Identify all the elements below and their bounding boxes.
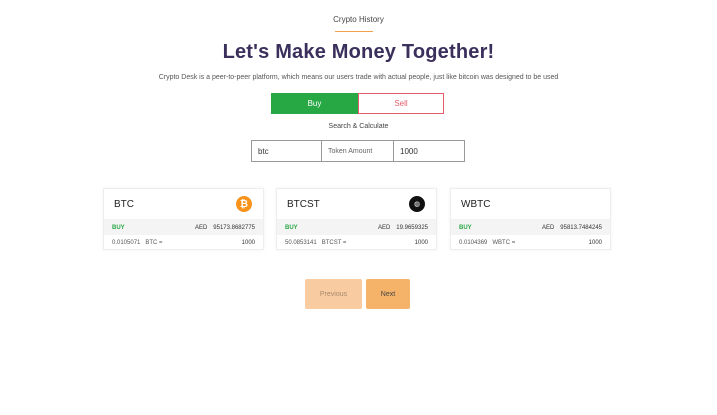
rate-symbol: BTC = xyxy=(145,239,163,246)
amount-value: 1000 xyxy=(588,239,602,246)
buy-tab[interactable]: Buy xyxy=(271,93,358,114)
rate-symbol: WBTC = xyxy=(492,239,516,246)
currency-label: AED xyxy=(194,224,208,231)
btcst-icon: ◍ xyxy=(409,196,425,212)
coin-card-btc[interactable]: BTC ₿ BUY AED 95173.8682775 0.0105071 BT… xyxy=(103,188,264,250)
wbtc-icon xyxy=(583,196,599,212)
next-button[interactable]: Next xyxy=(366,279,410,309)
amount-value: 1000 xyxy=(241,239,255,246)
currency-label: AED xyxy=(377,224,391,231)
card-price-row: BUY AED 95813.7484245 xyxy=(451,220,610,235)
coin-card-wbtc[interactable]: WBTC BUY AED 95813.7484245 0.0104369 WBT… xyxy=(450,188,611,250)
eyebrow-title: Crypto History xyxy=(333,15,384,24)
previous-button[interactable]: Previous xyxy=(305,279,362,309)
card-symbol: WBTC xyxy=(461,198,491,210)
card-rate-row: 0.0104369 WBTC = 1000 xyxy=(451,235,610,250)
card-header: BTC ₿ xyxy=(104,189,263,220)
search-calculate-label: Search & Calculate xyxy=(328,123,389,130)
rate-symbol: BTCST = xyxy=(321,239,347,246)
rate-value: 50.0853141 xyxy=(285,239,317,246)
token-amount-input[interactable]: 1000 xyxy=(394,140,465,162)
side-badge: BUY xyxy=(285,224,298,231)
card-rate-row: 0.0105071 BTC = 1000 xyxy=(104,235,263,250)
buy-sell-toggle: Buy Sell xyxy=(271,93,444,114)
card-rate-row: 50.0853141 BTCST = 1000 xyxy=(277,235,436,250)
card-header: BTCST ◍ xyxy=(277,189,436,220)
bitcoin-icon: ₿ xyxy=(236,196,252,212)
card-price-row: BUY AED 19.9659325 xyxy=(277,220,436,235)
price-value: 95173.8682775 xyxy=(213,224,255,231)
eyebrow-underline xyxy=(335,31,373,32)
card-price-row: BUY AED 95173.8682775 xyxy=(104,220,263,235)
token-amount-label: Token Amount xyxy=(322,140,394,162)
card-header: WBTC xyxy=(451,189,610,220)
page-title: Let's Make Money Together! xyxy=(222,41,495,63)
amount-value: 1000 xyxy=(414,239,428,246)
coin-search-input[interactable]: btc xyxy=(251,140,322,162)
currency-label: AED xyxy=(541,224,555,231)
side-badge: BUY xyxy=(112,224,125,231)
coin-card-btcst[interactable]: BTCST ◍ BUY AED 19.9659325 50.0853141 BT… xyxy=(276,188,437,250)
search-row: btc Token Amount 1000 xyxy=(251,140,465,162)
rate-value: 0.0104369 xyxy=(459,239,488,246)
pagination: Previous Next xyxy=(305,279,410,309)
price-value: 19.9659325 xyxy=(396,224,428,231)
card-symbol: BTC xyxy=(114,198,134,210)
card-symbol: BTCST xyxy=(287,198,320,210)
price-value: 95813.7484245 xyxy=(560,224,602,231)
side-badge: BUY xyxy=(459,224,472,231)
rate-value: 0.0105071 xyxy=(112,239,141,246)
sell-tab[interactable]: Sell xyxy=(358,93,444,114)
page-subtitle: Crypto Desk is a peer-to-peer platform, … xyxy=(158,74,559,81)
